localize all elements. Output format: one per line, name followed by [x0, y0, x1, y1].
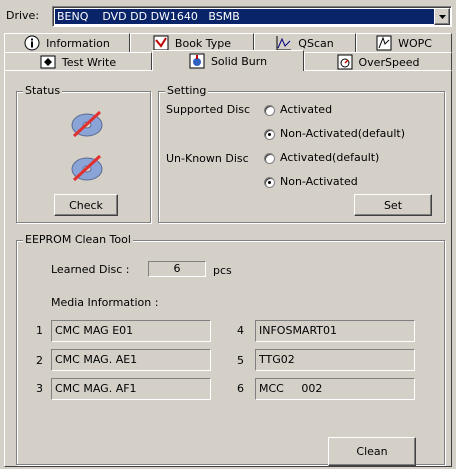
drive-label: Drive:: [6, 9, 40, 22]
wopc-icon: [376, 35, 392, 51]
tab-wopc-label: WOPC: [398, 36, 432, 50]
setting-group: Setting Supported Disc Activated Non-Act…: [158, 84, 445, 223]
media-slot-field: CMC MAG E01: [51, 320, 211, 342]
drive-select-value: BENQ DVD DD DW1640 BSMB: [55, 9, 435, 24]
supported-activated-radio[interactable]: [264, 105, 275, 116]
drive-dropdown-button[interactable]: [434, 8, 450, 25]
learned-disc-value-text: 6: [173, 262, 181, 275]
media-slot-field: TTG02: [255, 349, 415, 371]
set-button[interactable]: Set: [354, 194, 432, 216]
overspeed-icon: [337, 54, 353, 70]
unknown-activated-radio[interactable]: [264, 153, 275, 164]
book-type-icon: [153, 35, 169, 51]
qscan-icon: [276, 36, 292, 51]
unknown-disc-label: Un-Known Disc: [166, 152, 249, 165]
solid-burn-icon: [189, 53, 205, 69]
media-information-label: Media Information :: [51, 296, 159, 309]
media-slot-number: 1: [36, 324, 43, 337]
learned-disc-unit: pcs: [213, 264, 232, 277]
media-slot-number: 6: [237, 382, 244, 395]
status-group: Status Check: [16, 84, 151, 223]
media-slot-field: CMC MAG. AE1: [51, 349, 211, 371]
eeprom-group-title: EEPROM Clean Tool: [23, 233, 133, 247]
learned-disc-label: Learned Disc :: [51, 263, 130, 276]
media-slot-field: MCC 002: [255, 378, 415, 400]
unknown-activated-label[interactable]: Activated(default): [280, 151, 379, 165]
tab-book-type-label: Book Type: [174, 36, 232, 50]
check-button[interactable]: Check: [54, 194, 118, 216]
tab-solid-burn[interactable]: Solid Burn: [152, 50, 304, 71]
eeprom-group: EEPROM Clean Tool Learned Disc : 6 pcs M…: [16, 233, 445, 466]
unknown-nonactivated-radio[interactable]: [264, 177, 275, 188]
status-group-title: Status: [23, 84, 63, 98]
setting-group-title: Setting: [165, 84, 209, 98]
media-slot-number: 5: [237, 354, 244, 367]
media-slot-field: INFOSMART01: [255, 320, 415, 342]
drive-select[interactable]: BENQ DVD DD DW1640 BSMB: [52, 6, 452, 27]
supported-activated-label[interactable]: Activated: [280, 103, 332, 117]
disc-unknown-icon: [71, 154, 103, 182]
media-slot-number: 4: [237, 324, 244, 337]
supported-nonactivated-label[interactable]: Non-Activated(default): [280, 127, 405, 141]
tab-overspeed[interactable]: OverSpeed: [304, 52, 452, 71]
media-slot-number: 3: [36, 382, 43, 395]
tab-overspeed-label: OverSpeed: [358, 55, 420, 69]
test-write-icon: [40, 55, 56, 69]
solid-burn-panel: Status Check Setting Supported Disc Acti…: [4, 70, 452, 467]
media-slot-number: 2: [36, 354, 43, 367]
tab-test-write-label: Test Write: [61, 55, 117, 69]
disc-unsupported-icon: [71, 110, 103, 138]
supported-nonactivated-radio[interactable]: [264, 129, 275, 140]
unknown-nonactivated-label[interactable]: Non-Activated: [280, 175, 358, 189]
tab-test-write[interactable]: Test Write: [4, 52, 152, 71]
tab-solid-burn-label: Solid Burn: [210, 54, 268, 68]
info-icon: [24, 35, 40, 51]
media-slot-field: CMC MAG. AF1: [51, 378, 211, 400]
chevron-down-icon: [438, 14, 446, 19]
clean-button-label: Clean: [356, 445, 388, 458]
tab-qscan-label: QScan: [298, 36, 334, 50]
tab-information[interactable]: Information: [4, 33, 130, 52]
set-button-label: Set: [383, 198, 403, 212]
tab-wopc[interactable]: WOPC: [356, 33, 452, 52]
clean-button[interactable]: Clean: [328, 437, 416, 466]
check-button-label: Check: [69, 198, 103, 212]
tab-information-label: Information: [46, 36, 110, 50]
learned-disc-value: 6: [148, 261, 206, 277]
supported-disc-label: Supported Disc: [166, 103, 251, 116]
